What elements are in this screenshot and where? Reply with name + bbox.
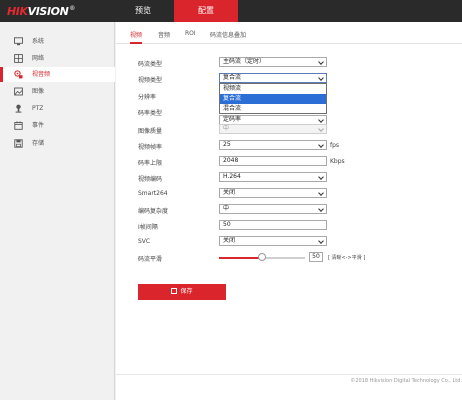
event-icon xyxy=(14,121,23,130)
image-quality-select: 中 xyxy=(219,124,327,134)
video-type-label: 视频类型 xyxy=(138,77,163,84)
smart264-select[interactable]: 关闭 xyxy=(219,188,327,198)
slider-fill xyxy=(219,257,262,259)
sidebar-item-system[interactable]: 系统 xyxy=(0,34,115,49)
tab-stream-overlay[interactable]: 码流信息叠加 xyxy=(210,30,246,44)
sidebar: 系统 网络 视音频 图像 PTZ 事件 存储 xyxy=(0,22,115,400)
iframe-interval-label: I帧间隔 xyxy=(138,224,158,231)
sidebar-item-label: 事件 xyxy=(32,122,45,129)
frame-rate-unit: fps xyxy=(330,142,340,149)
active-indicator xyxy=(0,67,3,82)
sidebar-item-image[interactable]: 图像 xyxy=(0,84,115,99)
sidebar-item-label: 图像 xyxy=(32,88,45,95)
sidebar-item-video-audio[interactable]: 视音频 xyxy=(0,67,115,82)
frame-rate-label: 视频帧率 xyxy=(138,144,163,151)
bitrate-smoothing-label: 码流平滑 xyxy=(138,256,163,263)
encoding-complexity-select[interactable]: 中 xyxy=(219,204,327,214)
sidebar-item-label: 系统 xyxy=(32,38,45,45)
tab-audio[interactable]: 音频 xyxy=(158,30,170,44)
video-type-option-composite[interactable]: 复合流 xyxy=(220,94,326,104)
ptz-icon xyxy=(15,104,22,113)
bitrate-limit-label: 码率上限 xyxy=(138,160,163,167)
save-button[interactable]: 保存 xyxy=(138,284,226,300)
copyright-footer: ©2018 Hikvision Digital Technology Co., … xyxy=(350,378,462,384)
video-encoding-select[interactable]: H.264 xyxy=(219,172,327,182)
video-encoding-label: 视频编码 xyxy=(138,176,163,183)
bitrate-limit-input[interactable]: 2048 xyxy=(219,156,327,166)
bitrate-smoothing-value[interactable]: 50 xyxy=(309,252,323,262)
sidebar-item-network[interactable]: 网络 xyxy=(0,51,115,66)
sidebar-item-label: PTZ xyxy=(32,105,44,112)
svc-select[interactable]: 关闭 xyxy=(219,236,327,246)
video-type-dropdown: 视频流 复合流 混合流 xyxy=(219,83,327,114)
monitor-icon xyxy=(14,37,23,46)
image-quality-label: 图像质量 xyxy=(138,128,163,135)
bitrate-smoothing-hint: [ 清晰<->平滑 ] xyxy=(328,255,366,261)
save-icon xyxy=(171,288,178,294)
footer-divider xyxy=(116,374,462,375)
sidebar-item-storage[interactable]: 存储 xyxy=(0,136,115,151)
tab-video[interactable]: 视频 xyxy=(130,30,143,44)
slider-handle[interactable] xyxy=(258,253,266,261)
storage-icon xyxy=(14,139,23,148)
sidebar-item-label: 视音频 xyxy=(32,71,51,78)
sidebar-item-event[interactable]: 事件 xyxy=(0,118,115,133)
top-bar: HIKVISION® 预览 配置 xyxy=(0,0,462,22)
stream-type-select[interactable]: 主码流（定时） xyxy=(219,57,327,67)
video-type-option-video[interactable]: 视频流 xyxy=(220,84,326,94)
frame-rate-select[interactable]: 25 xyxy=(219,140,327,150)
iframe-interval-input[interactable]: 50 xyxy=(219,220,327,230)
video-audio-icon xyxy=(14,70,23,79)
nav-preview[interactable]: 预览 xyxy=(112,0,174,22)
bitrate-type-label: 码率类型 xyxy=(138,110,163,117)
nav-configuration[interactable]: 配置 xyxy=(174,0,238,22)
video-type-select[interactable]: 复合流 xyxy=(219,73,327,83)
resolution-label: 分辨率 xyxy=(138,94,157,101)
sidebar-item-ptz[interactable]: PTZ xyxy=(0,101,115,116)
bitrate-limit-unit: Kbps xyxy=(330,158,345,165)
sidebar-item-label: 网络 xyxy=(32,55,45,62)
save-button-label: 保存 xyxy=(180,288,193,295)
image-icon xyxy=(14,87,23,96)
encoding-complexity-label: 编码复杂度 xyxy=(138,208,169,215)
svc-label: SVC xyxy=(138,238,151,245)
tab-roi[interactable]: ROI xyxy=(185,30,196,44)
video-type-option-mixed[interactable]: 混合流 xyxy=(220,104,326,114)
hikvision-logo: HIKVISION® xyxy=(7,5,76,18)
tab-bar: 视频 音频 ROI 码流信息叠加 xyxy=(116,22,462,44)
sidebar-item-label: 存储 xyxy=(32,140,45,147)
smart264-label: Smart264 xyxy=(138,190,168,197)
stream-type-label: 码流类型 xyxy=(138,61,163,68)
main-panel: 视频 音频 ROI 码流信息叠加 码流类型 主码流（定时） 视频类型 复合流 视… xyxy=(116,22,462,400)
network-icon xyxy=(14,54,23,63)
